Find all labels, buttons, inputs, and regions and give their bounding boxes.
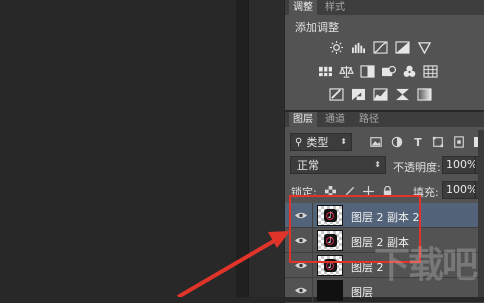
layers-tabs: 图层 通道 路径: [285, 112, 484, 127]
tab-paths[interactable]: 路径: [355, 112, 383, 127]
photo-filter-icon[interactable]: [380, 64, 396, 78]
watermark: 下载吧: [374, 245, 478, 286]
document-canvas[interactable]: [0, 0, 236, 297]
type-layer-filter-icon[interactable]: T: [411, 135, 425, 149]
vibrance-icon[interactable]: [416, 40, 432, 54]
color-balance-icon[interactable]: [338, 64, 354, 78]
black-white-icon[interactable]: [359, 64, 375, 78]
threshold-icon[interactable]: [372, 87, 388, 101]
posterize-icon[interactable]: [350, 87, 366, 101]
chevron-down-icon: ⬍: [340, 137, 347, 146]
tab-layers[interactable]: 图层: [289, 112, 317, 127]
tab-adjustments[interactable]: 调整: [289, 0, 317, 15]
adjustment-layer-filter-icon[interactable]: [390, 135, 404, 149]
panel-dock-strip: [248, 0, 285, 297]
adjustments-tabs: 调整 样式: [285, 0, 484, 15]
opacity-label: 不透明度:: [393, 161, 441, 174]
curves-icon[interactable]: [372, 40, 388, 54]
adjustments-panel: 调整 样式 添加调整: [284, 0, 484, 110]
blend-mode-select[interactable]: 正常 ⬍: [290, 156, 386, 174]
blend-mode-value: 正常: [297, 159, 319, 172]
fill-input[interactable]: 100%: [442, 181, 477, 199]
exposure-icon[interactable]: [394, 40, 410, 54]
smart-object-filter-icon[interactable]: [452, 135, 466, 149]
selective-color-icon[interactable]: [394, 87, 410, 101]
levels-icon[interactable]: [350, 40, 366, 54]
hue-saturation-icon[interactable]: [317, 64, 333, 78]
shape-layer-filter-icon[interactable]: [431, 135, 445, 149]
gradient-map-icon[interactable]: [416, 87, 432, 101]
canvas-edge: [236, 0, 248, 297]
layer-name[interactable]: 图层: [351, 284, 373, 300]
color-lookup-icon[interactable]: [422, 64, 438, 78]
chevron-down-icon: ⬍: [374, 160, 381, 169]
invert-icon[interactable]: [328, 87, 344, 101]
pixel-layer-filter-icon[interactable]: [369, 135, 383, 149]
visibility-eye-icon[interactable]: [294, 286, 308, 295]
brightness-contrast-icon[interactable]: [328, 40, 344, 54]
layer-filter-select[interactable]: ⚲ 类型 ⬍: [290, 133, 352, 151]
layer-thumbnail: [317, 280, 343, 301]
tab-styles[interactable]: 样式: [321, 0, 349, 15]
search-icon: ⚲: [295, 136, 303, 148]
opacity-input[interactable]: 100%: [442, 156, 477, 174]
layers-scrollbar[interactable]: [478, 130, 484, 297]
channel-mixer-icon[interactable]: [401, 64, 417, 78]
layer-filter-value: 类型: [306, 136, 329, 149]
tab-channels[interactable]: 通道: [321, 112, 349, 127]
eye-separator: [312, 278, 313, 303]
add-adjustment-title: 添加调整: [295, 21, 339, 34]
